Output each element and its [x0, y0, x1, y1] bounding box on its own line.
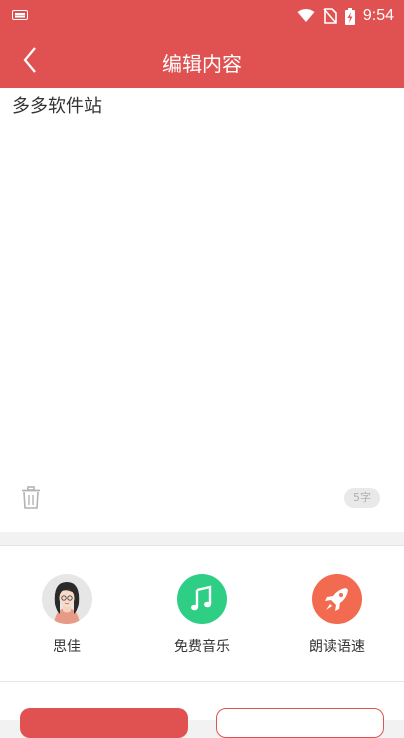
rocket-icon	[325, 588, 348, 611]
status-icons: 9:54	[297, 6, 394, 26]
speed-circle	[312, 574, 362, 624]
free-music-button[interactable]: 免费音乐	[152, 574, 252, 656]
reading-speed-button[interactable]: 朗读语速	[287, 574, 387, 656]
page-title: 编辑内容	[162, 52, 242, 76]
avatar	[42, 574, 92, 624]
battery-charging-icon	[344, 7, 355, 25]
music-circle	[177, 574, 227, 624]
secondary-action-button[interactable]	[216, 708, 384, 738]
tool-row: 思佳 免费音乐 朗读语速	[0, 546, 404, 682]
wifi-icon	[297, 9, 315, 22]
keyboard-icon	[12, 10, 28, 20]
bottom-bar	[0, 682, 404, 738]
voice-label: 思佳	[53, 639, 81, 655]
editor-text[interactable]: 多多软件站	[12, 92, 102, 118]
app-header: 编辑内容	[0, 32, 404, 88]
divider	[0, 532, 404, 546]
music-note-icon	[191, 585, 212, 611]
primary-action-button[interactable]	[20, 708, 188, 738]
char-count-badge: 5字	[344, 488, 380, 508]
voice-selector[interactable]: 思佳	[17, 574, 117, 656]
status-bar: 9:54	[0, 0, 404, 32]
speed-label: 朗读语速	[309, 639, 365, 655]
no-sim-icon	[323, 8, 337, 24]
content-editor[interactable]: 多多软件站 5字	[0, 88, 404, 532]
status-time: 9:54	[362, 7, 394, 24]
music-label: 免费音乐	[174, 639, 230, 655]
trash-icon	[22, 486, 40, 509]
delete-button[interactable]	[20, 486, 42, 510]
